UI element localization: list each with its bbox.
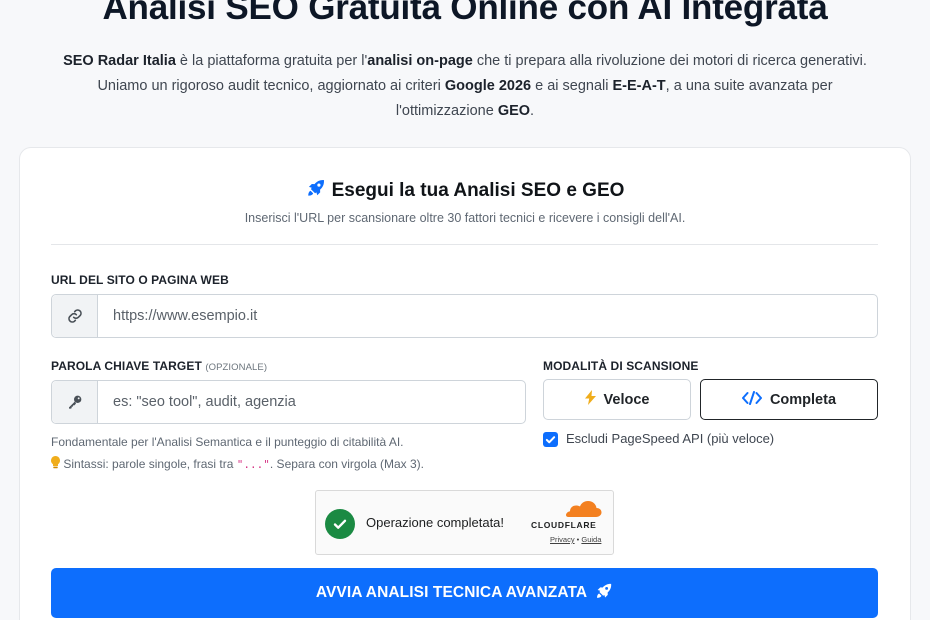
keyword-input-group [51, 380, 526, 424]
fast-mode-label: Veloce [603, 391, 650, 408]
keyword-label: PAROLA CHIAVE TARGET (OPZIONALE) [51, 359, 267, 373]
desc-text: e ai segnali [531, 78, 613, 94]
exclude-pagespeed-label[interactable]: Escludi PageSpeed API (più veloce) [566, 431, 774, 446]
brand-name: SEO Radar Italia [63, 53, 176, 69]
keyword-help: Fondamentale per l'Analisi Semantica e i… [51, 435, 404, 449]
url-label: URL DEL SITO O PAGINA WEB [51, 273, 229, 287]
desc-bold: GEO [497, 103, 531, 119]
link-icon [52, 295, 98, 337]
syntax-code: "..." [236, 458, 270, 471]
fast-mode-button[interactable]: Veloce [543, 379, 691, 420]
url-input[interactable] [98, 308, 877, 324]
desc-text: . [530, 103, 535, 119]
keyword-label-text: PAROLA CHIAVE TARGET [51, 359, 202, 373]
full-mode-label: Completa [769, 391, 837, 408]
card-title: Esegui la tua Analisi SEO e GEO [0, 178, 930, 204]
full-mode-button[interactable]: Completa [700, 379, 878, 420]
start-analysis-button[interactable]: AVVIA ANALISI TECNICA AVANZATA [51, 568, 878, 618]
exclude-pagespeed-checkbox[interactable] [543, 432, 558, 447]
keyword-input[interactable] [98, 394, 525, 410]
rocket-icon [595, 582, 613, 605]
desc-bold: Google 2026 [444, 78, 532, 94]
optional-tag: (OPZIONALE) [205, 362, 268, 373]
key-icon [52, 381, 98, 423]
help-link[interactable]: Guida [581, 535, 601, 544]
syntax-text: . Separa con virgola (Max 3). [269, 457, 424, 471]
captcha-links: Privacy • Guida [550, 535, 601, 544]
divider [51, 244, 878, 245]
check-circle-icon [325, 509, 355, 539]
privacy-link[interactable]: Privacy [550, 535, 575, 544]
rocket-icon [306, 178, 326, 204]
cloudflare-logo-text: CLOUDFLARE [531, 520, 597, 530]
code-icon [741, 390, 762, 409]
start-analysis-label: AVVIA ANALISI TECNICA AVANZATA [315, 584, 588, 601]
desc-text: è la piattaforma gratuita per l' [175, 53, 368, 69]
syntax-text: Sintassi: parole singole, frasi tra [63, 457, 237, 471]
keyword-syntax-help: Sintassi: parole singole, frasi tra "...… [51, 454, 424, 475]
card-subtitle: Inserisci l'URL per scansionare oltre 30… [244, 211, 686, 225]
page-title: Analisi SEO Gratuita Online con AI Integ… [102, 0, 828, 27]
captcha-status: Operazione completata! [366, 515, 505, 530]
hero-description: SEO Radar Italia è la piattaforma gratui… [50, 49, 880, 124]
lightbulb-icon [51, 456, 60, 471]
bolt-icon [584, 390, 596, 409]
desc-bold: E-E-A-T [612, 78, 666, 94]
card-title-text: Esegui la tua Analisi SEO e GEO [331, 180, 625, 201]
captcha-widget: Operazione completata! CLOUDFLARE Privac… [315, 490, 614, 555]
url-input-group [51, 294, 878, 338]
desc-bold: analisi on-page [367, 53, 473, 69]
scan-mode-label: MODALITÀ DI SCANSIONE [543, 359, 699, 373]
